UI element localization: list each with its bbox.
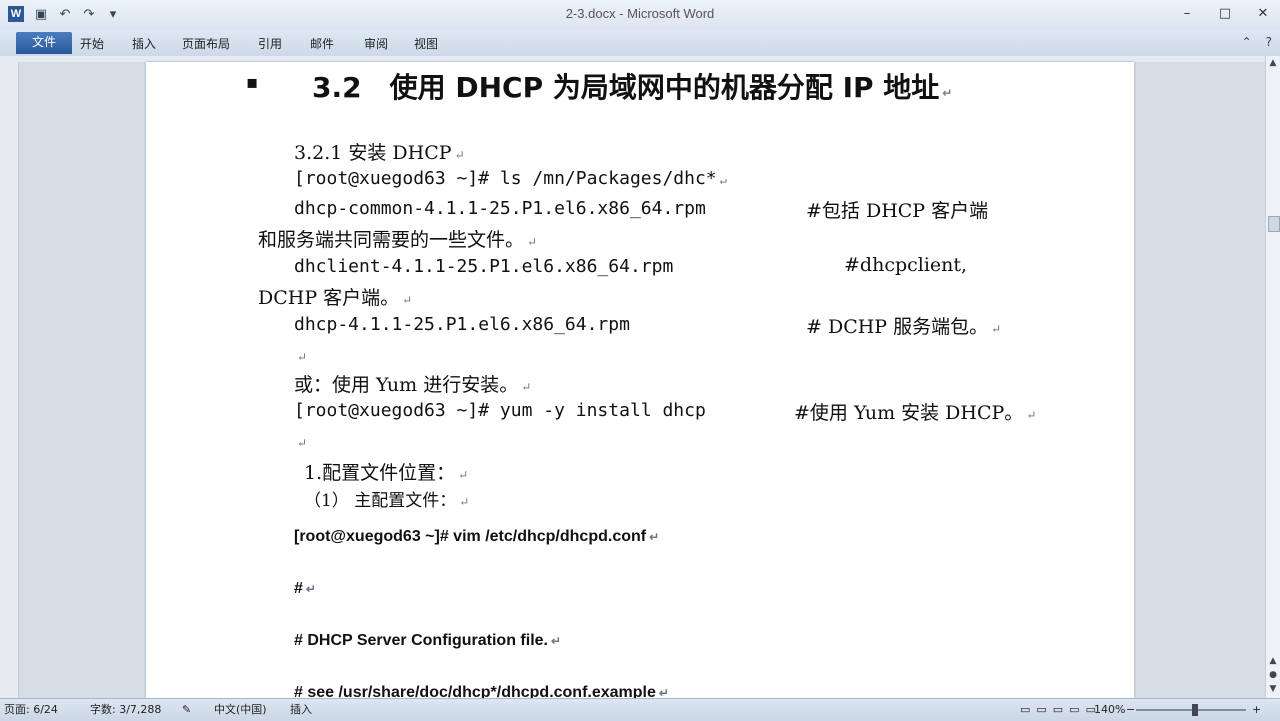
document-page[interactable]: ▪ 3.2 使用 DHCP 为局域网中的机器分配 IP 地址 ↵ 3.2.1 安装 … (146, 62, 1134, 698)
tab-home[interactable]: 开始 (74, 34, 110, 54)
proofing-icon[interactable]: ✎ (182, 702, 191, 718)
tab-insert[interactable]: 插入 (126, 34, 162, 54)
yum-note: 或：使用 Yum 进行安装。 ↵ (294, 374, 532, 396)
package-common: dhcp-common-4.1.1-25.P1.el6.x86_64.rpm (294, 198, 706, 219)
vertical-ruler (0, 62, 19, 698)
heading-bullet: ▪ (246, 72, 259, 93)
prev-page-icon[interactable]: ▲ (1266, 654, 1280, 668)
scroll-thumb[interactable] (1268, 216, 1280, 232)
window-title: 2-3.docx - Microsoft Word (565, 6, 715, 21)
close-icon[interactable]: ✕ (1250, 4, 1276, 24)
scroll-up-icon[interactable]: ▲ (1266, 56, 1280, 70)
command-vim: [root@xuegod63 ~]# vim /etc/dhcp/dhcpd.c… (294, 528, 660, 545)
comment-common-cont: 和服务端共同需要的一些文件。 ↵ (258, 229, 538, 251)
browse-object-icon[interactable]: ● (1266, 668, 1280, 682)
empty-paragraph-2: ↵ (297, 436, 308, 450)
main-config-title: （1） 主配置文件： ↵ (304, 491, 470, 511)
comment-dhclient: #dhcpclient, (844, 254, 968, 276)
zoom-slider[interactable] (1136, 709, 1246, 711)
tab-view[interactable]: 视图 (408, 34, 444, 54)
package-dhclient: dhclient-4.1.1-25.P1.el6.x86_64.rpm (294, 256, 674, 277)
subsection-title: 3.2.1 安装 DHCP ↵ (294, 142, 465, 164)
tab-mailings[interactable]: 邮件 (304, 34, 340, 54)
comment-dhclient-cont: DCHP 客户端。 ↵ (258, 287, 413, 309)
comment-common: #包括 DHCP 客户端 (806, 200, 989, 222)
ribbon-tab-bar: 文件 开始 插入 页面布局 引用 邮件 审阅 视图 ⌃ ? (0, 30, 1280, 57)
package-dhcp: dhcp-4.1.1-25.P1.el6.x86_64.rpm (294, 314, 630, 335)
next-page-icon[interactable]: ▼ (1266, 682, 1280, 696)
status-page[interactable]: 页面: 6/24 (4, 702, 58, 718)
status-words[interactable]: 字数: 3/7,288 (90, 702, 161, 718)
heading-text: 使用 DHCP 为局域网中的机器分配 IP 地址 (389, 71, 940, 104)
maximize-icon[interactable]: □ (1212, 4, 1238, 24)
config-comment-see: # see /usr/share/doc/dhcp*/dhcpd.conf.ex… (294, 684, 669, 698)
config-comment-hash: # ↵ (294, 580, 316, 597)
ribbon-minimize-icon[interactable]: ⌃ (1242, 35, 1252, 49)
command-ls: [root@xuegod63 ~]# ls /mn/Packages/dhc* ↵ (294, 168, 727, 189)
heading-number: 3.2 (312, 71, 362, 104)
zoom-slider-thumb[interactable] (1192, 704, 1198, 716)
comment-yum: #使用 Yum 安装 DHCP。 ↵ (794, 402, 1037, 424)
window-controls: – □ ✕ (1174, 4, 1276, 24)
status-language[interactable]: 中文(中国) (214, 702, 267, 718)
status-zoom-level[interactable]: 140% (1094, 702, 1125, 718)
view-buttons[interactable]: ▭▭▭▭▭ (1020, 702, 1102, 718)
help-icon[interactable]: ? (1266, 35, 1272, 49)
status-bar: 页面: 6/24 字数: 3/7,288 ✎ 中文(中国) 插入 ▭▭▭▭▭ 1… (0, 698, 1280, 721)
status-insert-mode[interactable]: 插入 (290, 702, 312, 718)
title-bar: W ▣ ↶ ↷ ▾ 2-3.docx - Microsoft Word – □ … (0, 0, 1280, 31)
comment-dhcp: # DCHP 服务端包。 ↵ (806, 316, 1002, 338)
empty-paragraph: ↵ (297, 350, 308, 364)
tab-file[interactable]: 文件 (16, 32, 72, 54)
section-heading: 3.2 使用 DHCP 为局域网中的机器分配 IP 地址 ↵ (312, 71, 953, 104)
config-location-title: 1.配置文件位置： ↵ (304, 462, 469, 484)
zoom-in-icon[interactable]: + (1252, 702, 1261, 718)
tab-references[interactable]: 引用 (252, 34, 288, 54)
vertical-scrollbar[interactable]: ▲ ▲ ● ▼ (1265, 56, 1280, 698)
tab-page-layout[interactable]: 页面布局 (176, 34, 236, 54)
command-yum: [root@xuegod63 ~]# yum -y install dhcp (294, 400, 706, 421)
config-comment-title: # DHCP Server Configuration file. ↵ (294, 632, 562, 649)
minimize-icon[interactable]: – (1174, 4, 1200, 24)
ribbon-right-controls: ⌃ ? (1242, 35, 1272, 49)
zoom-out-icon[interactable]: − (1126, 702, 1135, 718)
tab-review[interactable]: 审阅 (358, 34, 394, 54)
